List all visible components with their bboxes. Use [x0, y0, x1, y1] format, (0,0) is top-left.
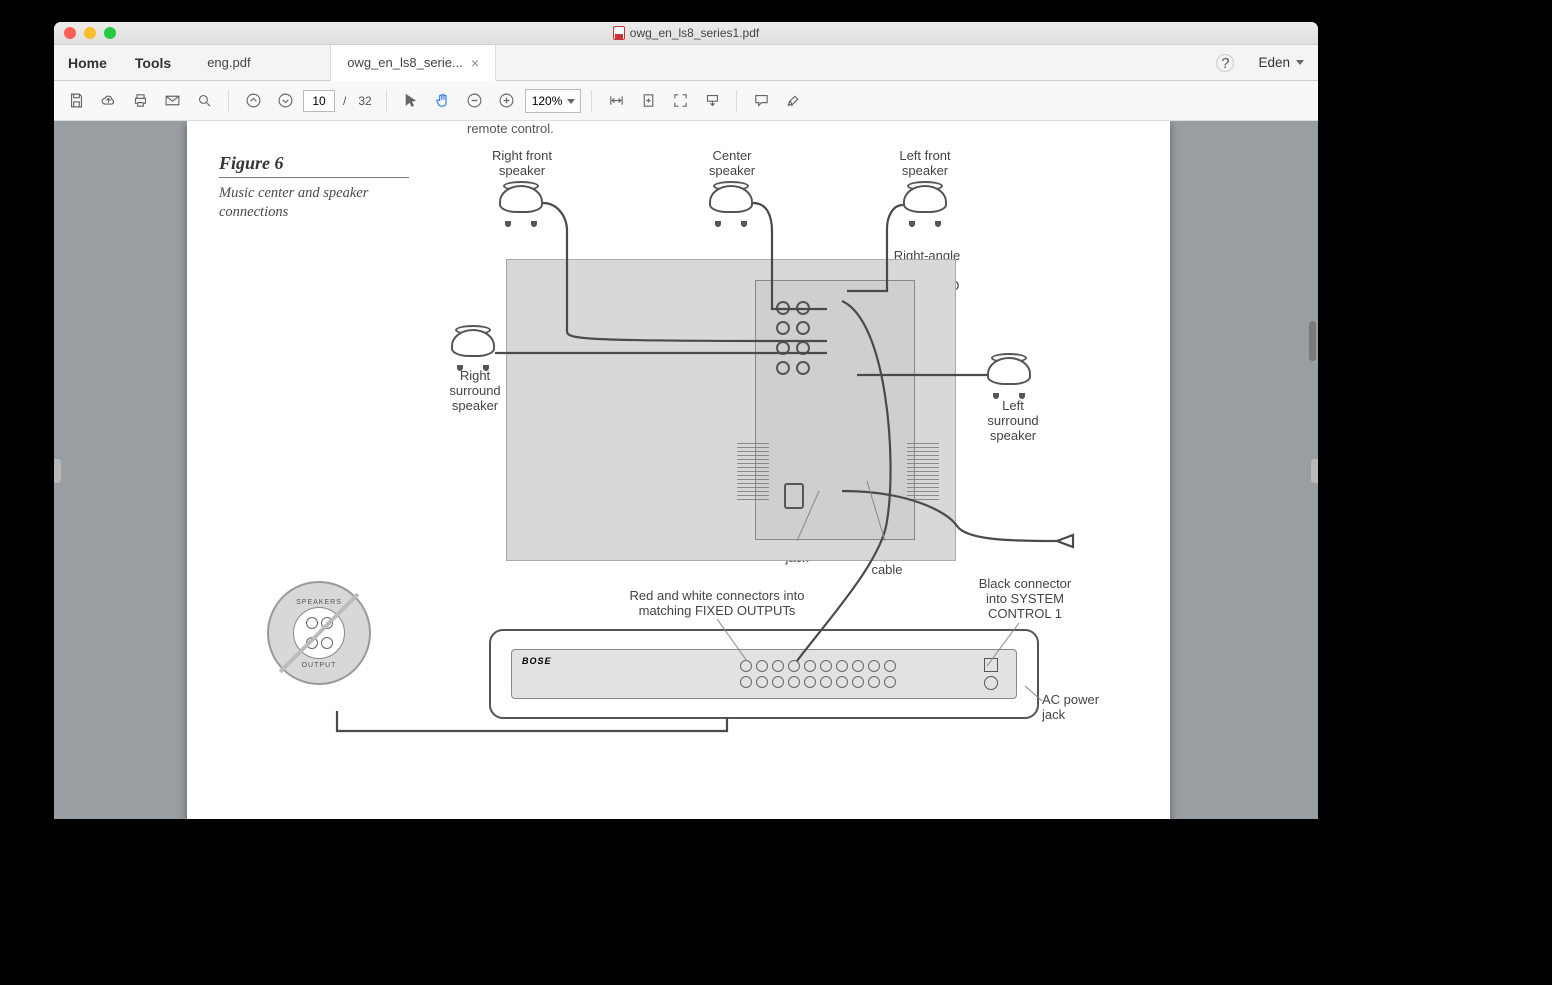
- subwoofer-connection-panel: [755, 280, 915, 540]
- hand-tool-icon[interactable]: [429, 87, 457, 115]
- page-number-input[interactable]: [303, 90, 335, 112]
- page-total: 32: [354, 94, 375, 108]
- search-icon[interactable]: [190, 87, 218, 115]
- tab-eng-pdf[interactable]: eng.pdf: [191, 45, 331, 80]
- prev-page-handle[interactable]: [54, 459, 61, 483]
- speaker-icon: [499, 185, 543, 221]
- label-right-surround: Rightsurroundspeaker: [439, 369, 511, 414]
- figure-label: Figure 6: [219, 153, 284, 174]
- music-center: BOSE: [489, 629, 1039, 719]
- read-mode-icon[interactable]: [698, 87, 726, 115]
- titlebar: owg_en_ls8_series1.pdf: [54, 22, 1318, 45]
- label-ac-jack-bottom: AC powerjack: [1042, 693, 1122, 723]
- speaker-icon: [987, 357, 1031, 393]
- close-window-button[interactable]: [64, 27, 76, 39]
- speaker-icon: [903, 185, 947, 221]
- email-icon[interactable]: [158, 87, 186, 115]
- tab-label: eng.pdf: [207, 55, 250, 70]
- document-page: remote control. Figure 6 Music center an…: [187, 121, 1170, 819]
- page-up-icon[interactable]: [239, 87, 267, 115]
- chevron-down-icon: [1296, 60, 1304, 65]
- document-tabs: eng.pdf owg_en_ls8_serie... ×: [191, 45, 496, 80]
- print-icon[interactable]: [126, 87, 154, 115]
- clipped-text-above: remote control.: [467, 121, 554, 136]
- subwoofer-panel: [506, 259, 956, 561]
- tab-label: owg_en_ls8_serie...: [347, 55, 463, 70]
- label-left-surround: Leftsurroundspeaker: [977, 399, 1049, 444]
- app-window: owg_en_ls8_series1.pdf Home Tools eng.pd…: [54, 22, 1318, 819]
- sign-icon[interactable]: [779, 87, 807, 115]
- pointer-tool-icon[interactable]: [397, 87, 425, 115]
- document-viewer[interactable]: remote control. Figure 6 Music center an…: [54, 121, 1318, 819]
- label-left-front: Left frontspeaker: [885, 149, 965, 179]
- help-button[interactable]: ?: [1216, 54, 1234, 72]
- menu-row: Home Tools eng.pdf owg_en_ls8_serie... ×…: [54, 45, 1318, 81]
- tools-button[interactable]: Tools: [121, 55, 185, 71]
- save-icon[interactable]: [62, 87, 90, 115]
- figure-underline: [219, 177, 409, 178]
- window-title-text: owg_en_ls8_series1.pdf: [630, 26, 759, 40]
- speaker-icon: [451, 329, 495, 365]
- minimize-window-button[interactable]: [84, 27, 96, 39]
- zoom-out-icon[interactable]: [461, 87, 489, 115]
- scrollbar-thumb[interactable]: [1309, 321, 1316, 361]
- do-not-use-speakers-output-icon: SPEAKERS OUTPUT: [267, 581, 371, 685]
- label-right-front: Right frontspeaker: [482, 149, 562, 179]
- page-sep: /: [339, 94, 350, 108]
- label-red-white: Red and white connectors intomatching FI…: [607, 589, 827, 619]
- pdf-icon: [613, 26, 625, 40]
- tab-owg-en-ls8[interactable]: owg_en_ls8_serie... ×: [331, 45, 496, 81]
- donut-bottom-label: OUTPUT: [302, 662, 337, 669]
- home-button[interactable]: Home: [54, 55, 121, 71]
- label-center: Centerspeaker: [692, 149, 772, 179]
- fit-width-icon[interactable]: [602, 87, 630, 115]
- account-menu[interactable]: Eden: [1244, 45, 1318, 80]
- account-name: Eden: [1258, 55, 1290, 70]
- cloud-icon[interactable]: [94, 87, 122, 115]
- zoom-window-button[interactable]: [104, 27, 116, 39]
- donut-top-label: SPEAKERS: [296, 599, 342, 606]
- next-page-handle[interactable]: [1311, 459, 1318, 483]
- zoom-select[interactable]: 120%: [525, 89, 582, 113]
- figure-caption: Music center and speaker connections: [219, 184, 409, 222]
- toolbar: / 32 120%: [54, 81, 1318, 121]
- zoom-value: 120%: [532, 94, 563, 108]
- tab-close-icon[interactable]: ×: [471, 55, 479, 71]
- comment-icon[interactable]: [747, 87, 775, 115]
- speaker-icon: [709, 185, 753, 221]
- label-black-connector: Black connectorinto SYSTEMCONTROL 1: [965, 577, 1085, 622]
- window-title: owg_en_ls8_series1.pdf: [54, 26, 1318, 40]
- fullscreen-icon[interactable]: [666, 87, 694, 115]
- fit-page-icon[interactable]: [634, 87, 662, 115]
- zoom-in-icon[interactable]: [493, 87, 521, 115]
- traffic-lights: [54, 27, 116, 39]
- page-down-icon[interactable]: [271, 87, 299, 115]
